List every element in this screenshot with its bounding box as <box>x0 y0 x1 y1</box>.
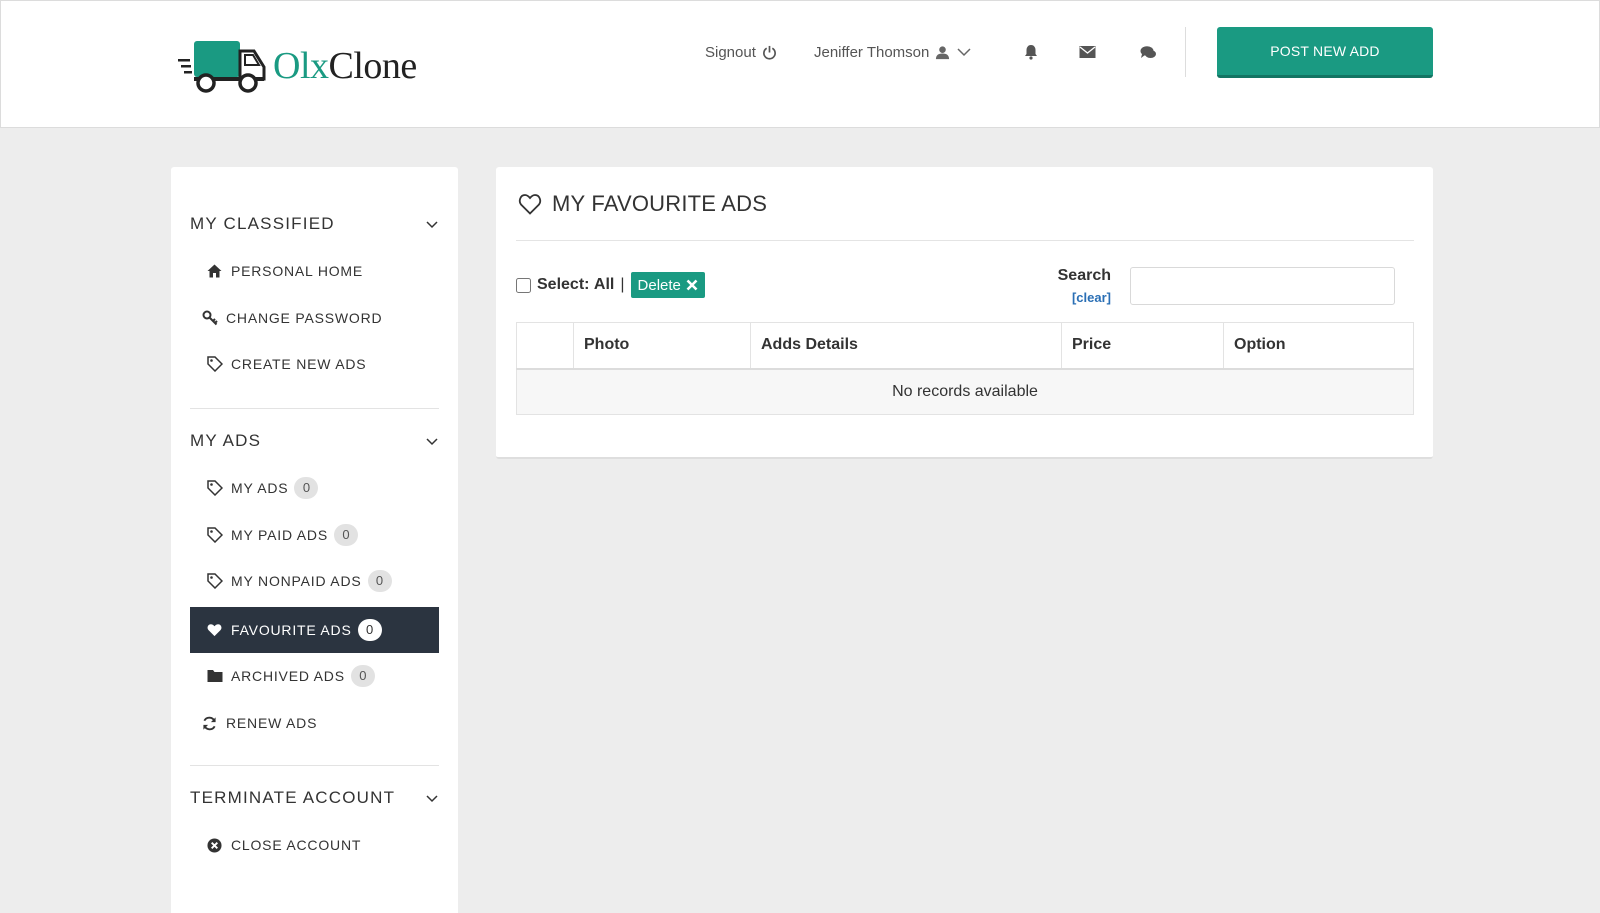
chevron-down-icon <box>426 438 438 446</box>
column-header-price[interactable]: Price <box>1061 322 1224 370</box>
select-toolbar: Select: All | Delete <box>516 271 705 299</box>
logo-text-olx: Olx <box>273 45 329 87</box>
sidebar-item-label: PERSONAL HOME <box>231 263 364 279</box>
user-icon <box>936 45 950 59</box>
search-input[interactable] <box>1130 267 1395 305</box>
sidebar-item-label: CREATE NEW ADS <box>231 356 367 372</box>
count-badge: 0 <box>333 524 358 546</box>
sidebar-item-favourite-ads[interactable]: FAVOURITE ADS 0 <box>190 607 439 653</box>
truck-logo-icon <box>178 41 266 93</box>
bell-icon[interactable] <box>1022 43 1040 61</box>
sidebar-item-label: RENEW ADS <box>226 715 318 731</box>
sidebar-item-label: MY ADS <box>231 480 289 496</box>
tag-icon <box>206 573 223 590</box>
logo[interactable]: OlxClone <box>176 37 446 95</box>
close-circle-icon <box>206 837 223 854</box>
clear-search-link[interactable]: [clear] <box>1036 290 1111 305</box>
tag-icon <box>206 527 223 544</box>
logo-text: OlxClone <box>273 44 417 88</box>
table-header-row: Photo Adds Details Price Option <box>516 322 1414 370</box>
sidebar-item-close-account[interactable]: CLOSE ACCOUNT <box>190 822 439 868</box>
count-badge: 0 <box>350 665 375 687</box>
count-badge: 0 <box>294 477 319 499</box>
refresh-icon <box>201 715 218 732</box>
mail-icon[interactable] <box>1078 43 1096 61</box>
sidebar-item-my-ads[interactable]: MY ADS 0 <box>190 465 439 511</box>
tag-icon <box>206 480 223 497</box>
sidebar-item-label: MY PAID ADS <box>231 527 328 543</box>
sidebar-item-label: CLOSE ACCOUNT <box>231 837 362 853</box>
power-icon <box>762 45 776 60</box>
heart-outline-icon <box>518 194 542 215</box>
sidebar-divider <box>190 408 439 409</box>
chevron-down-icon <box>426 221 438 229</box>
sidebar-item-my-paid-ads[interactable]: MY PAID ADS 0 <box>190 512 439 558</box>
sidebar-item-my-nonpaid-ads[interactable]: MY NONPAID ADS 0 <box>190 558 439 604</box>
select-label: Select: <box>537 276 590 293</box>
sidebar-section-terminate-account[interactable]: TERMINATE ACCOUNT <box>190 785 439 811</box>
section-title: TERMINATE ACCOUNT <box>190 788 396 807</box>
separator-pipe: | <box>620 276 625 293</box>
table-row: No records available <box>516 368 1414 415</box>
chat-icon[interactable] <box>1139 43 1157 61</box>
select-all-checkbox[interactable] <box>516 277 531 293</box>
title-divider <box>516 240 1414 241</box>
page-title: MY FAVOURITE ADS <box>518 191 767 217</box>
chevron-down-icon <box>957 48 971 57</box>
chevron-down-icon <box>426 795 438 803</box>
key-icon <box>201 310 218 327</box>
sidebar: MY CLASSIFIED PERSONAL HOME CHANGE PASSW… <box>171 167 458 913</box>
empty-message: No records available <box>516 368 1414 415</box>
user-name: Jeniffer Thomson <box>814 43 930 61</box>
count-badge: 0 <box>357 619 382 641</box>
sidebar-item-label: ARCHIVED ADS <box>231 668 345 684</box>
search-label: Search <box>1057 267 1111 284</box>
user-menu[interactable]: Jeniffer Thomson <box>814 41 972 63</box>
column-header-photo[interactable]: Photo <box>573 322 751 370</box>
close-icon <box>686 279 698 291</box>
select-all-link[interactable]: All <box>594 276 614 294</box>
section-title: MY ADS <box>190 431 262 450</box>
sidebar-item-label: FAVOURITE ADS <box>231 622 352 638</box>
sidebar-item-renew-ads[interactable]: RENEW ADS <box>190 700 439 746</box>
heart-icon <box>206 622 223 639</box>
column-header-select <box>516 322 574 370</box>
count-badge: 0 <box>367 570 392 592</box>
sidebar-divider <box>190 765 439 766</box>
favourite-ads-panel: MY FAVOURITE ADS Select: All | Delete Se… <box>496 167 1433 459</box>
sidebar-item-create-new-ads[interactable]: CREATE NEW ADS <box>190 341 439 387</box>
page-title-text: MY FAVOURITE ADS <box>552 191 768 216</box>
tag-icon <box>206 356 223 373</box>
sidebar-item-label: MY NONPAID ADS <box>231 573 362 589</box>
header-divider <box>1185 27 1186 77</box>
post-new-add-button[interactable]: POST NEW ADD <box>1217 27 1433 78</box>
favourite-ads-table: Photo Adds Details Price Option No recor… <box>516 322 1414 415</box>
home-icon <box>206 263 223 280</box>
sidebar-section-my-ads[interactable]: MY ADS <box>190 428 439 454</box>
signout-label: Signout <box>705 43 756 61</box>
delete-button[interactable]: Delete <box>630 272 705 298</box>
sidebar-item-personal-home[interactable]: PERSONAL HOME <box>190 248 439 294</box>
column-header-adds-details[interactable]: Adds Details <box>750 322 1062 370</box>
logo-text-clone: Clone <box>328 45 418 87</box>
sidebar-item-label: CHANGE PASSWORD <box>226 310 383 326</box>
section-title: MY CLASSIFIED <box>190 214 335 233</box>
sidebar-item-archived-ads[interactable]: ARCHIVED ADS 0 <box>190 653 439 699</box>
sidebar-item-change-password[interactable]: CHANGE PASSWORD <box>190 295 439 341</box>
top-header: OlxClone Signout Jeniffer Thomson POST N… <box>0 0 1600 128</box>
sidebar-section-my-classified[interactable]: MY CLASSIFIED <box>190 211 439 237</box>
delete-label: Delete <box>637 276 681 294</box>
column-header-option[interactable]: Option <box>1223 322 1414 370</box>
folder-icon <box>206 668 223 685</box>
signout-link[interactable]: Signout <box>705 41 777 63</box>
